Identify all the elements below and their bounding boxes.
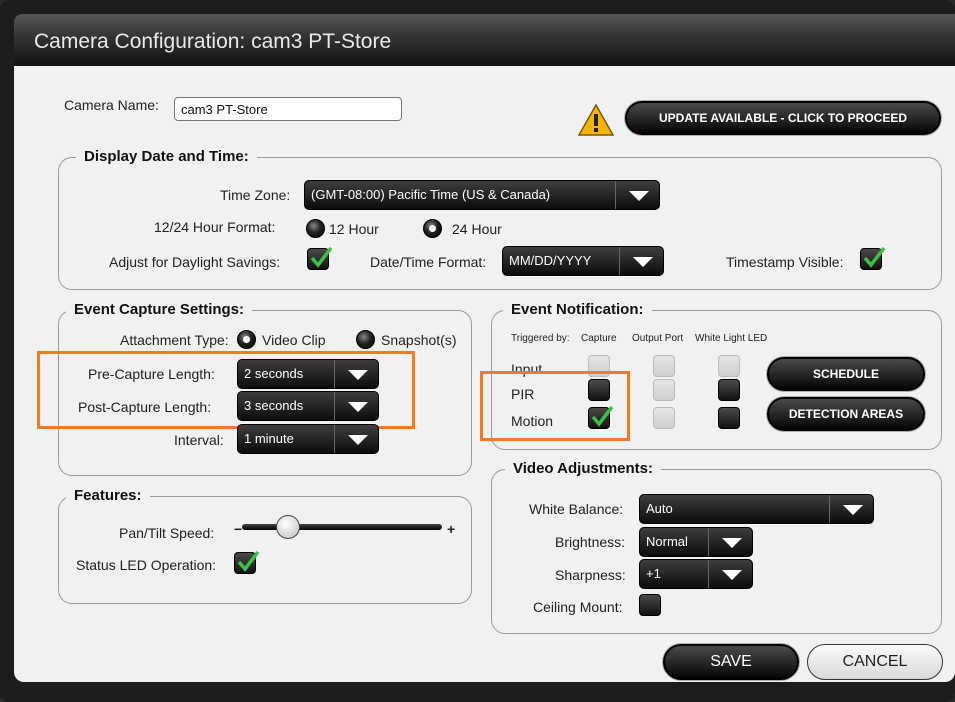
time-zone-label: Time Zone:: [220, 187, 291, 203]
checkmark-icon: [237, 550, 260, 572]
pan-tilt-slider-knob[interactable]: [276, 515, 300, 539]
cancel-button[interactable]: CANCEL: [807, 644, 943, 680]
datetime-group-title: Display Date and Time:: [76, 148, 257, 165]
chevron-down-icon: [615, 181, 659, 209]
daylight-label: Adjust for Daylight Savings:: [109, 254, 281, 270]
motion-output-checkbox[interactable]: [653, 407, 675, 429]
chevron-down-icon: [708, 528, 752, 556]
pan-tilt-label: Pan/Tilt Speed:: [119, 525, 215, 541]
brightness-label: Brightness:: [555, 534, 626, 550]
brightness-select[interactable]: Normal: [639, 527, 753, 557]
hour-format-label: 12/24 Hour Format:: [154, 219, 276, 235]
dt-format-select[interactable]: MM/DD/YYYY: [502, 246, 664, 276]
minus-icon: −: [234, 521, 243, 537]
input-led-checkbox[interactable]: [718, 355, 740, 377]
plus-icon: +: [447, 521, 456, 537]
video-clip-radio[interactable]: [237, 330, 256, 349]
camera-config-dialog: Camera Name: cam3 PT-Store UPDATE AVAILA…: [14, 66, 955, 682]
event-capture-title: Event Capture Settings:: [66, 301, 253, 318]
ceiling-mount-label: Ceiling Mount:: [533, 599, 623, 615]
input-output-checkbox[interactable]: [653, 355, 675, 377]
interval-select[interactable]: 1 minute: [237, 424, 379, 454]
sharpness-select[interactable]: +1: [639, 559, 753, 589]
snapshot-radio[interactable]: [356, 330, 375, 349]
white-balance-value: Auto: [646, 501, 673, 516]
time-zone-select[interactable]: (GMT-08:00) Pacific Time (US & Canada): [304, 180, 660, 210]
timestamp-label: Timestamp Visible:: [726, 254, 844, 270]
hour12-radio[interactable]: [306, 219, 325, 238]
brightness-value: Normal: [646, 534, 688, 549]
timestamp-checkbox[interactable]: [860, 246, 886, 270]
interval-value: 1 minute: [244, 431, 294, 446]
status-led-label: Status LED Operation:: [76, 557, 217, 573]
ceiling-mount-checkbox[interactable]: [639, 594, 661, 616]
chevron-down-icon: [334, 425, 378, 453]
checkmark-icon: [863, 246, 886, 268]
update-available-button[interactable]: UPDATE AVAILABLE - CLICK TO PROCEED: [625, 101, 941, 135]
warning-icon: [577, 103, 615, 136]
features-group: [58, 496, 472, 604]
col-capture-header: Capture: [581, 333, 617, 344]
chevron-down-icon: [708, 560, 752, 588]
motion-led-checkbox[interactable]: [718, 407, 740, 429]
video-clip-label: Video Clip: [262, 332, 326, 348]
interval-label: Interval:: [174, 432, 224, 448]
camera-name-label: Camera Name:: [64, 97, 159, 113]
chevron-down-icon: [619, 247, 663, 275]
pir-output-checkbox[interactable]: [653, 379, 675, 401]
window-title: Camera Configuration: cam3 PT-Store: [14, 14, 955, 66]
dt-format-value: MM/DD/YYYY: [509, 253, 592, 268]
chevron-down-icon: [829, 495, 873, 523]
white-balance-label: White Balance:: [529, 501, 624, 517]
checkmark-icon: [310, 246, 333, 268]
daylight-checkbox[interactable]: [307, 246, 333, 270]
snapshot-label: Snapshot(s): [381, 332, 457, 348]
pir-led-checkbox[interactable]: [718, 379, 740, 401]
dt-format-label: Date/Time Format:: [370, 254, 487, 270]
col-led-header: White Light LED: [695, 333, 768, 344]
window-frame: Camera Configuration: cam3 PT-Store Came…: [0, 0, 955, 702]
pir-motion-highlight: [480, 371, 630, 441]
col-output-header: Output Port: [632, 333, 684, 344]
detection-areas-button[interactable]: DETECTION AREAS: [767, 397, 925, 431]
attachment-type-label: Attachment Type:: [120, 332, 229, 348]
sharpness-label: Sharpness:: [555, 567, 626, 583]
sharpness-value: +1: [646, 566, 661, 581]
status-led-checkbox[interactable]: [234, 550, 260, 574]
schedule-button[interactable]: SCHEDULE: [767, 357, 925, 391]
capture-length-highlight: [37, 351, 415, 429]
features-title: Features:: [66, 487, 150, 504]
camera-name-input[interactable]: cam3 PT-Store: [174, 97, 402, 121]
white-balance-select[interactable]: Auto: [639, 494, 874, 524]
hour24-label: 24 Hour: [452, 221, 502, 237]
time-zone-value: (GMT-08:00) Pacific Time (US & Canada): [311, 187, 551, 202]
hour24-radio[interactable]: [423, 219, 442, 238]
hour12-label: 12 Hour: [329, 221, 379, 237]
save-button[interactable]: SAVE: [663, 644, 799, 680]
triggered-by-label: Triggered by:: [511, 333, 570, 344]
pan-tilt-slider-track[interactable]: [242, 524, 442, 530]
video-adjustments-title: Video Adjustments:: [505, 460, 662, 477]
event-notification-title: Event Notification:: [503, 301, 652, 318]
